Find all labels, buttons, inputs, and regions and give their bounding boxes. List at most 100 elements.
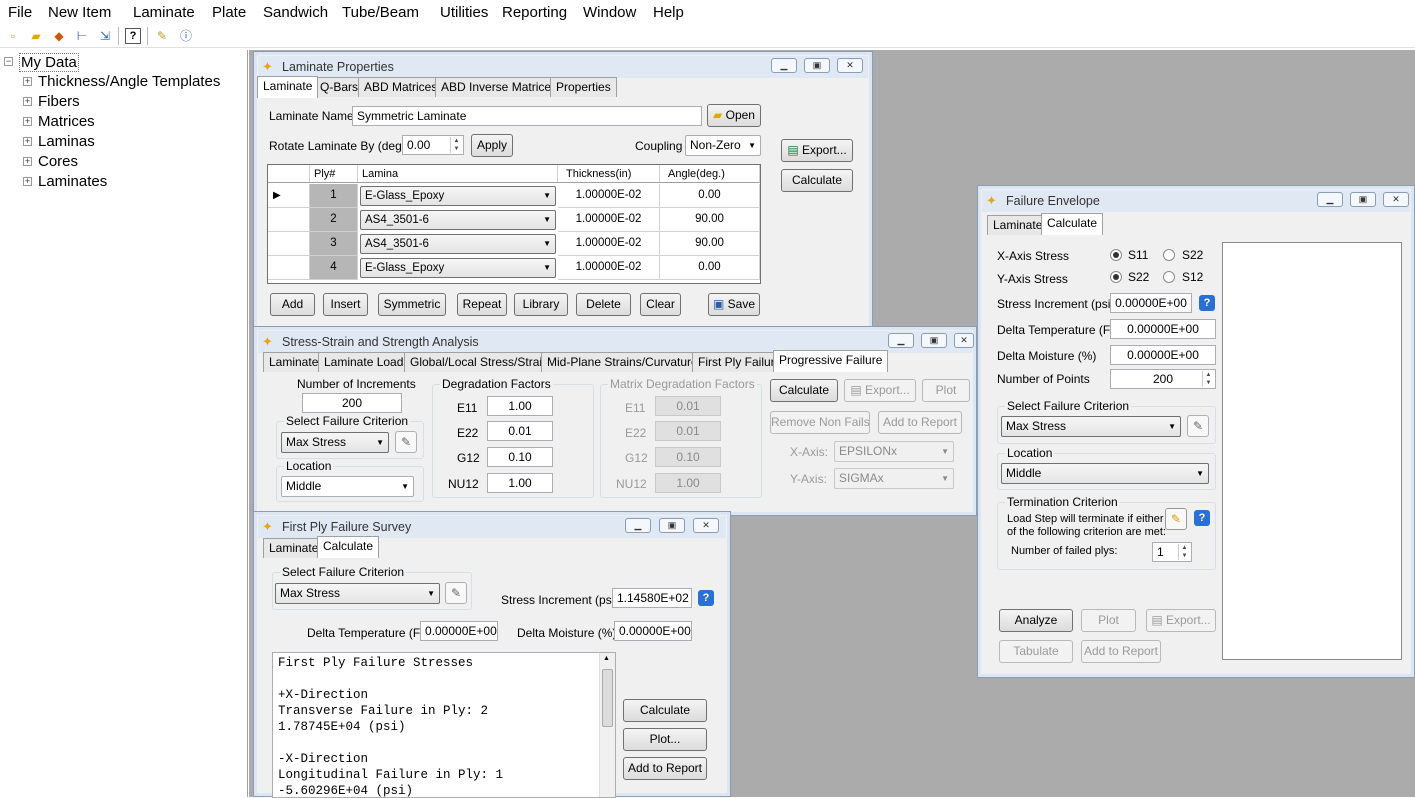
delta-temperature-field[interactable]: 0.00000E+00 xyxy=(420,621,498,641)
symmetric-button[interactable]: Symmetric xyxy=(378,293,446,316)
lamina-select[interactable]: AS4_3501-6 ▼ xyxy=(360,234,556,254)
angle-cell[interactable]: 0.00 xyxy=(660,184,760,208)
laminate-name-field[interactable]: Symmetric Laminate xyxy=(352,106,702,126)
export-button[interactable]: ▤ Export... xyxy=(844,379,916,402)
delta-temperature-field[interactable]: 0.00000E+00 xyxy=(1110,319,1216,339)
matrix-nu12-field[interactable]: 1.00 xyxy=(655,473,721,493)
tab-q-bars[interactable]: Q-Bars xyxy=(314,77,365,97)
tree-item-templates[interactable]: Thickness/Angle Templates xyxy=(38,73,220,90)
lamina-select[interactable]: E-Glass_Epoxy ▼ xyxy=(360,186,556,206)
failed-plys-field[interactable]: 1 ▲ ▼ xyxy=(1152,542,1192,562)
insert-button[interactable]: Insert xyxy=(323,293,368,316)
stress-increment-field[interactable]: 0.00000E+00 xyxy=(1110,293,1192,313)
clear-button[interactable]: Clear xyxy=(640,293,681,316)
library-button[interactable]: Library xyxy=(514,293,568,316)
tab-laminate[interactable]: Laminate xyxy=(257,76,319,98)
stress-increment-field[interactable]: 1.14580E+02 xyxy=(612,588,692,608)
angle-cell[interactable]: 0.00 xyxy=(660,256,760,280)
matrix-g12-field[interactable]: 0.10 xyxy=(655,447,721,467)
matrix-e11-field[interactable]: 0.01 xyxy=(655,396,721,416)
delta-moisture-field[interactable]: 0.00000E+00 xyxy=(614,621,692,641)
close-icon[interactable]: ✕ xyxy=(693,518,719,533)
tab-calculate[interactable]: Calculate xyxy=(1041,213,1104,235)
scrollbar[interactable]: ▲ xyxy=(599,653,615,797)
menu-help[interactable]: Help xyxy=(653,4,684,21)
menu-utilities[interactable]: Utilities xyxy=(440,4,488,21)
location-select[interactable]: Middle ▼ xyxy=(1001,463,1209,484)
tab-properties[interactable]: Properties xyxy=(550,77,617,97)
tab-laminate-loads[interactable]: Laminate Loads xyxy=(318,352,416,372)
tab-laminate[interactable]: Laminate xyxy=(987,215,1049,235)
y-axis-select[interactable]: SIGMAx ▼ xyxy=(834,468,954,489)
help-icon[interactable]: ? xyxy=(1199,295,1215,311)
delete-button[interactable]: Delete xyxy=(576,293,631,316)
export-icon[interactable]: ⇲ xyxy=(97,28,113,44)
results-textbox[interactable]: First Ply Failure Stresses +X-Direction … xyxy=(272,652,616,798)
tab-abd-matrices[interactable]: ABD Matrices xyxy=(358,77,444,97)
tab-global-local[interactable]: Global/Local Stress/Strain xyxy=(404,352,555,372)
thickness-cell[interactable]: 1.00000E-02 xyxy=(558,232,660,256)
angle-cell[interactable]: 90.00 xyxy=(660,232,760,256)
tree-item-cores[interactable]: Cores xyxy=(38,153,78,170)
about-icon[interactable]: ⓘ xyxy=(178,28,194,44)
export-button[interactable]: ▤ Export... xyxy=(1146,609,1216,632)
help-icon[interactable]: ? xyxy=(1194,510,1210,526)
failure-criterion-select[interactable]: Max Stress ▼ xyxy=(281,432,389,453)
tree-icon[interactable]: ⊢ xyxy=(74,28,90,44)
export-button[interactable]: ▤ Export... xyxy=(781,139,853,162)
y-s12-radio[interactable] xyxy=(1163,271,1175,283)
tree-item-laminas[interactable]: Laminas xyxy=(38,133,95,150)
menu-laminate[interactable]: Laminate xyxy=(133,4,195,21)
scroll-thumb[interactable] xyxy=(602,669,613,727)
expand-icon[interactable]: + xyxy=(23,137,32,146)
tab-mid-plane[interactable]: Mid-Plane Strains/Curvatures xyxy=(541,352,710,372)
calculate-button[interactable]: Calculate xyxy=(770,379,838,402)
tools-icon[interactable]: ✎ xyxy=(154,28,170,44)
add-button[interactable]: Add xyxy=(270,293,315,316)
remove-non-fails-button[interactable]: Remove Non Fails xyxy=(770,411,870,434)
pencil-icon[interactable]: ✎ xyxy=(445,582,467,604)
number-of-points-field[interactable]: 200 ▲ ▼ xyxy=(1110,369,1216,389)
plot-button[interactable]: Plot xyxy=(922,379,970,402)
x-axis-select[interactable]: EPSILONx ▼ xyxy=(834,441,954,462)
x-s11-radio[interactable] xyxy=(1110,249,1122,261)
repeat-button[interactable]: Repeat xyxy=(457,293,507,316)
thickness-cell[interactable]: 1.00000E-02 xyxy=(558,184,660,208)
add-to-report-button[interactable]: Add to Report xyxy=(878,411,962,434)
minimize-icon[interactable]: ▁ xyxy=(625,518,651,533)
expand-icon[interactable]: + xyxy=(23,177,32,186)
failure-criterion-select[interactable]: Max Stress ▼ xyxy=(1001,416,1181,437)
plot-button[interactable]: Plot... xyxy=(623,728,707,751)
rotate-field[interactable]: 0.00 ▲ ▼ xyxy=(402,135,464,155)
close-icon[interactable]: ✕ xyxy=(954,333,974,348)
maximize-icon[interactable]: ▣ xyxy=(659,518,685,533)
open-button[interactable]: ▰ Open xyxy=(707,104,761,127)
x-s22-radio[interactable] xyxy=(1163,249,1175,261)
menu-reporting[interactable]: Reporting xyxy=(502,4,567,21)
menu-tube-beam[interactable]: Tube/Beam xyxy=(342,4,419,21)
menu-new-item[interactable]: New Item xyxy=(48,4,111,21)
lamina-select[interactable]: E-Glass_Epoxy ▼ xyxy=(360,258,556,278)
menu-plate[interactable]: Plate xyxy=(212,4,246,21)
y-s22-radio[interactable] xyxy=(1110,271,1122,283)
tree-item-fibers[interactable]: Fibers xyxy=(38,93,80,110)
delta-moisture-field[interactable]: 0.00000E+00 xyxy=(1110,345,1216,365)
thickness-cell[interactable]: 1.00000E-02 xyxy=(558,256,660,280)
tree-root[interactable]: My Data xyxy=(19,53,79,72)
pencil-icon[interactable]: ✎ xyxy=(1187,415,1209,437)
pencil-icon[interactable]: ✎ xyxy=(395,431,417,453)
spinner-icon[interactable]: ▲ ▼ xyxy=(450,137,462,153)
tab-progressive-failure[interactable]: Progressive Failure xyxy=(773,350,889,372)
tab-abd-inverse-matrices[interactable]: ABD Inverse Matrices xyxy=(435,77,564,97)
maximize-icon[interactable]: ▣ xyxy=(804,58,830,73)
matrix-e22-field[interactable]: 0.01 xyxy=(655,421,721,441)
maximize-icon[interactable]: ▣ xyxy=(921,333,947,348)
analyze-button[interactable]: Analyze xyxy=(999,609,1073,632)
calculate-button[interactable]: Calculate xyxy=(623,699,707,722)
location-select[interactable]: Middle ▼ xyxy=(281,476,414,497)
calculate-button[interactable]: Calculate xyxy=(781,169,853,192)
tab-laminate[interactable]: Laminate xyxy=(263,352,325,372)
expand-icon[interactable]: + xyxy=(23,157,32,166)
lamina-select[interactable]: AS4_3501-6 ▼ xyxy=(360,210,556,230)
nu12-field[interactable]: 1.00 xyxy=(487,473,553,493)
